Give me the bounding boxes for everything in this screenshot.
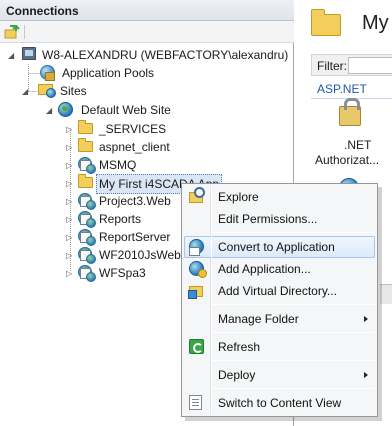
application-icon	[78, 156, 96, 174]
tree-node-server[interactable]: ◢ W8-ALEXANDRU (WEBFACTORY\alexandru)	[8, 46, 298, 64]
application-icon	[78, 192, 96, 210]
menu-item-manage-folder[interactable]: Manage Folder	[184, 308, 375, 330]
application-icon	[78, 210, 96, 228]
menu-item-label: Add Application...	[218, 262, 311, 276]
menu-item-switch-to-content-view[interactable]: Switch to Content View	[184, 392, 375, 414]
menu-separator	[212, 388, 374, 389]
tree-node-application-pools[interactable]: Application Pools	[38, 64, 218, 82]
refresh-icon	[189, 339, 204, 354]
sites-icon	[38, 82, 56, 98]
collapse-arrow-icon[interactable]: ◢	[22, 87, 31, 96]
submenu-arrow-icon	[364, 372, 368, 378]
menu-item-label: Explore	[218, 190, 259, 204]
tree-node-label: Sites	[60, 84, 87, 98]
server-icon	[22, 46, 38, 62]
page-title: My	[362, 12, 389, 34]
connections-toolbar	[0, 21, 294, 43]
collapse-arrow-icon[interactable]: ◢	[46, 106, 55, 115]
menu-item-label: Deploy	[218, 368, 256, 382]
menu-item-deploy[interactable]: Deploy	[184, 364, 375, 386]
add-virtual-directory-icon	[188, 286, 203, 299]
tree-node-label: Project3.Web	[99, 194, 171, 208]
context-menu: Explore Edit Permissions... Convert to A…	[181, 183, 378, 417]
application-icon	[78, 228, 96, 246]
expand-arrow-icon[interactable]: ▷	[66, 125, 75, 134]
menu-item-edit-permissions[interactable]: Edit Permissions...	[184, 208, 375, 230]
tree-node-application[interactable]: ▷ MSMQ	[66, 156, 216, 174]
folder-icon	[78, 174, 94, 190]
feature-label[interactable]: Authorizat...	[315, 153, 379, 167]
folder-icon	[78, 138, 94, 154]
tree-node-folder[interactable]: ▷ aspnet_client	[66, 138, 216, 156]
menu-separator	[212, 332, 374, 333]
group-header: ASP.NET	[317, 82, 367, 96]
menu-item-convert-to-application[interactable]: Convert to Application	[184, 236, 375, 258]
tree-node-label: MSMQ	[99, 158, 137, 172]
menu-separator	[212, 360, 374, 361]
tree-node-label: WFSpa3	[99, 266, 146, 280]
feature-label[interactable]: .NET	[344, 138, 371, 152]
connect-icon[interactable]	[3, 24, 20, 40]
content-view-icon	[189, 395, 202, 410]
expand-arrow-icon[interactable]: ▷	[66, 197, 75, 206]
tree-node-sites[interactable]: ◢ Sites	[22, 82, 202, 100]
tree-node-label: Default Web Site	[81, 103, 171, 117]
tree-node-label: Reports	[99, 212, 142, 226]
tree-node-label: _SERVICES	[99, 122, 167, 136]
toolbar-separator	[24, 25, 25, 39]
tree-node-label: ReportServer	[99, 230, 171, 244]
folder-icon	[78, 120, 94, 136]
menu-separator	[212, 232, 374, 233]
expand-arrow-icon[interactable]: ▷	[66, 251, 75, 260]
add-application-icon	[189, 261, 207, 278]
menu-item-refresh[interactable]: Refresh	[184, 336, 375, 358]
tree-node-default-web-site[interactable]: ◢ Default Web Site	[46, 101, 246, 119]
tree-node-folder[interactable]: ▷ _SERVICES	[66, 120, 216, 138]
expand-arrow-icon[interactable]: ▷	[66, 233, 75, 242]
filter-input[interactable]	[348, 57, 392, 74]
filter-bar: Filter:	[311, 54, 392, 76]
application-pools-icon	[40, 64, 56, 81]
convert-app-icon	[189, 239, 204, 256]
expand-arrow-icon[interactable]: ▷	[66, 215, 75, 224]
application-icon	[78, 264, 96, 282]
collapse-arrow-icon[interactable]: ◢	[8, 51, 17, 60]
menu-item-add-application[interactable]: Add Application...	[184, 258, 375, 280]
menu-item-label: Add Virtual Directory...	[218, 284, 337, 298]
folder-large-icon	[311, 9, 341, 36]
menu-separator	[212, 304, 374, 305]
tree-node-label: aspnet_client	[99, 140, 170, 154]
menu-item-explore[interactable]: Explore	[184, 186, 375, 208]
tree-node-label: Application Pools	[62, 66, 155, 80]
submenu-arrow-icon	[364, 316, 368, 322]
expand-arrow-icon[interactable]: ▷	[66, 161, 75, 170]
expand-arrow-icon[interactable]: ▷	[66, 143, 75, 152]
explore-icon	[189, 187, 205, 203]
menu-item-add-virtual-directory[interactable]: Add Virtual Directory...	[184, 280, 375, 302]
connections-header: Connections	[0, 0, 294, 21]
menu-item-label: Manage Folder	[218, 312, 299, 326]
menu-item-label: Convert to Application	[218, 240, 335, 254]
menu-item-label: Refresh	[218, 340, 261, 354]
application-icon	[78, 246, 96, 264]
tree-node-label: W8-ALEXANDRU (WEBFACTORY\alexandru)	[42, 48, 289, 62]
website-globe-icon	[58, 101, 74, 117]
menu-item-label: Switch to Content View	[218, 396, 342, 410]
filter-label: Filter:	[317, 59, 347, 73]
expand-arrow-icon[interactable]: ▷	[66, 269, 75, 278]
authorization-lock-icon[interactable]	[339, 98, 361, 126]
expand-arrow-icon[interactable]: ▷	[66, 179, 75, 188]
menu-item-label: Edit Permissions...	[218, 212, 318, 226]
